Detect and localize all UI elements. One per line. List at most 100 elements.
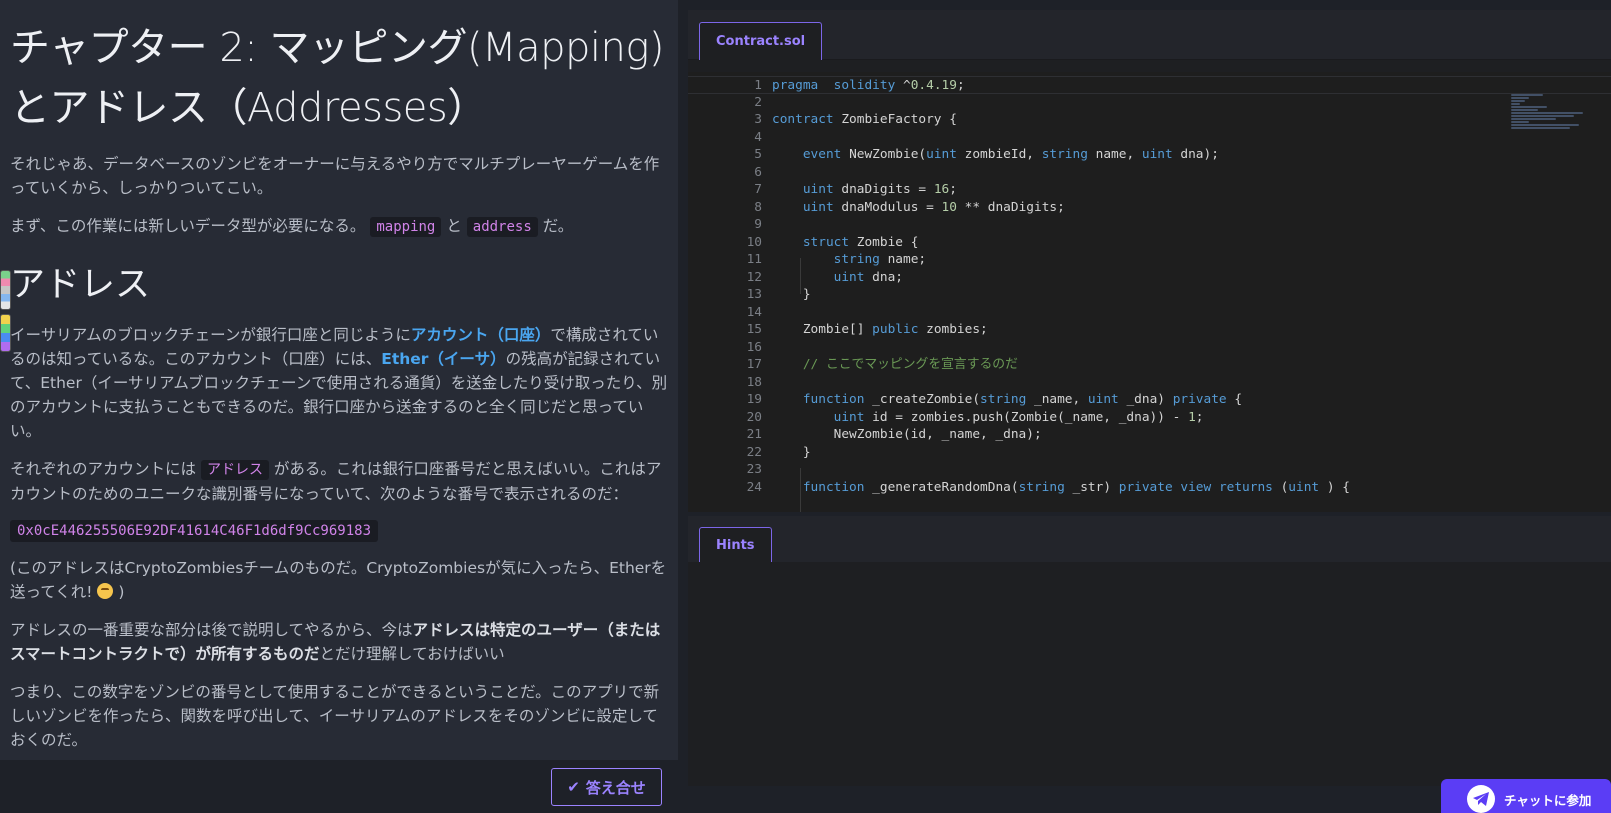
code-line[interactable]: 22 } <box>688 444 1611 462</box>
line-number: 10 <box>746 234 762 250</box>
lesson-pane: チャプター 2: マッピング(Mapping) とアドレス（Addresses）… <box>0 0 678 760</box>
code-line[interactable]: 12 uint dna; <box>688 269 1611 287</box>
ownership-paragraph: アドレスの一番重要な部分は後で説明してやるから、今はアドレスは特定のユーザー（ま… <box>10 618 668 666</box>
line-number: 12 <box>746 269 762 285</box>
tab-contract-sol[interactable]: Contract.sol <box>699 22 823 60</box>
code-text: contract ZombieFactory { <box>772 112 957 127</box>
text: まず、この作業には新しいデータ型が必要になる。 <box>10 217 366 235</box>
telegram-icon <box>1467 785 1495 813</box>
code-line[interactable]: 20 uint id = zombies.push(Zombie(_name, … <box>688 409 1611 427</box>
code-line[interactable]: 24 function _generateRandomDna(string _s… <box>688 479 1611 497</box>
address-example: 0x0cE446255506E92DF41614C46F1d6df9Cc9691… <box>10 520 379 542</box>
line-number: 18 <box>746 374 762 390</box>
color-picker-icon[interactable] <box>0 314 11 352</box>
line-number: 21 <box>746 427 762 442</box>
check-answer-button[interactable]: ✔ 答え合せ <box>551 768 662 806</box>
text: イーサリアムのブロックチェーンが銀行口座と同じように <box>10 326 411 344</box>
code-editor: Contract.sol 1 pragma solidity ^0.4.19; 2 3… <box>688 10 1611 512</box>
text: アドレスの一番重要な部分は後で説明してやるから、今は <box>10 621 413 639</box>
code-line[interactable]: 11 string name; <box>688 251 1611 269</box>
accounts-paragraph: イーサリアムのブロックチェーンが銀行口座と同じようにアカウント（口座）で構成され… <box>10 323 668 443</box>
hints-panel: Hints <box>688 516 1611 786</box>
code-text: // ここでマッピングを宣言するのだ <box>802 357 1018 372</box>
code-text: Zombie[] public zombies; <box>772 322 988 337</box>
code-line[interactable]: 4 <box>688 129 1611 147</box>
line-number: 8 <box>754 199 762 215</box>
line-number: 2 <box>754 94 762 110</box>
address-paragraph: それぞれのアカウントには アドレス がある。これは銀行口座番号だと思えばいい。こ… <box>10 457 668 506</box>
code-text: struct Zombie { <box>802 234 919 250</box>
extension-icon[interactable] <box>0 270 11 310</box>
line-number: 11 <box>746 252 762 267</box>
line-number: 14 <box>746 304 762 320</box>
code-line[interactable]: 9 <box>688 216 1611 234</box>
code-text: pragma solidity ^0.4.19; <box>772 78 965 93</box>
lesson-footer: ✔ 答え合せ <box>0 760 678 813</box>
editor-tabbar: Contract.sol <box>688 10 1611 60</box>
title-line-2: とアドレス（Addresses） <box>10 85 487 131</box>
code-text: event NewZombie(uint zombieId, string na… <box>802 147 1219 162</box>
mapping-code: mapping <box>370 217 442 237</box>
line-number: 19 <box>746 392 762 407</box>
line-number: 24 <box>746 479 762 495</box>
text: とだけ理解しておけばいい <box>319 645 505 663</box>
code-line[interactable]: 18 <box>688 374 1611 392</box>
line-number: 4 <box>754 129 762 145</box>
smirk-emoji-icon <box>97 583 114 599</box>
line-number: 23 <box>746 462 762 477</box>
code-text: uint dna; <box>833 269 903 285</box>
code-text: NewZombie(id, _name, _dna); <box>772 427 1042 442</box>
code-area[interactable]: 1 pragma solidity ^0.4.19; 2 3 contract Zomb… <box>688 72 1611 512</box>
join-chat-label: チャットに参加 <box>1504 792 1592 808</box>
line-number: 13 <box>746 287 762 302</box>
code-text: string name; <box>833 252 927 267</box>
code-text: } <box>772 444 811 460</box>
code-text: function _generateRandomDna(string _str)… <box>802 479 1350 495</box>
code-text: function _createZombie(string _name, uin… <box>802 392 1243 407</box>
zombie-ownership-paragraph: つまり、この数字をゾンビの番号として使用することができるということだ。このアプリ… <box>10 683 660 749</box>
code-text: uint id = zombies.push(Zombie(_name, _dn… <box>833 409 1204 425</box>
line-number: 22 <box>746 444 762 460</box>
text: だ。 <box>542 217 574 235</box>
tab-hints[interactable]: Hints <box>699 527 772 562</box>
line-number: 3 <box>754 112 762 127</box>
code-line[interactable]: 16 <box>688 339 1611 357</box>
code-text: } <box>772 287 811 302</box>
code-line[interactable]: 2 <box>688 94 1611 112</box>
join-chat-button[interactable]: チャットに参加 <box>1441 779 1611 813</box>
text: それぞれのアカウントには <box>10 460 197 478</box>
side-widget[interactable] <box>0 270 13 352</box>
address-code: address <box>466 217 538 237</box>
code-line[interactable]: 15 Zombie[] public zombies; <box>688 321 1611 339</box>
hints-tabbar: Hints <box>688 516 1611 562</box>
intro-paragraph: それじゃあ、データベースのゾンビをオーナーに与えるやり方でマルチプレーヤーゲーム… <box>10 155 660 197</box>
code-line[interactable]: 8 uint dnaModulus = 10 ** dnaDigits; <box>688 199 1611 217</box>
code-text: uint dnaModulus = 10 ** dnaDigits; <box>802 199 1065 215</box>
address-inline-code: アドレス <box>200 460 269 480</box>
line-number: 1 <box>754 78 762 93</box>
code-line[interactable]: 14 <box>688 304 1611 322</box>
line-number: 16 <box>746 339 762 355</box>
line-number: 17 <box>746 357 762 372</box>
code-line[interactable]: 1 pragma solidity ^0.4.19; <box>688 76 1611 94</box>
line-number: 7 <box>754 182 762 197</box>
check-answer-label: 答え合せ <box>585 778 646 797</box>
code-line[interactable]: 21 NewZombie(id, _name, _dna); <box>688 426 1611 444</box>
line-number: 20 <box>746 409 762 425</box>
code-line[interactable]: 10 struct Zombie { <box>688 234 1611 252</box>
text: ) <box>113 583 125 601</box>
code-line[interactable]: 6 <box>688 164 1611 182</box>
code-line[interactable]: 5 event NewZombie(uint zombieId, string … <box>688 146 1611 164</box>
accounts-link[interactable]: アカウント（口座） <box>411 326 551 344</box>
line-number: 15 <box>746 322 762 337</box>
code-line[interactable]: 13 } <box>688 286 1611 304</box>
check-icon: ✔ <box>567 778 580 796</box>
code-line[interactable]: 17 // ここでマッピングを宣言するのだ <box>688 356 1611 374</box>
code-line[interactable]: 23 <box>688 461 1611 479</box>
code-line[interactable]: 19 function _createZombie(string _name, … <box>688 391 1611 409</box>
code-line[interactable]: 7 uint dnaDigits = 16; <box>688 181 1611 199</box>
title-line-1: チャプター 2: マッピング(Mapping) <box>10 25 664 71</box>
code-text: uint dnaDigits = 16; <box>802 182 957 197</box>
ether-link[interactable]: Ether（イーサ） <box>381 350 505 368</box>
code-line[interactable]: 3 contract ZombieFactory { <box>688 111 1611 129</box>
